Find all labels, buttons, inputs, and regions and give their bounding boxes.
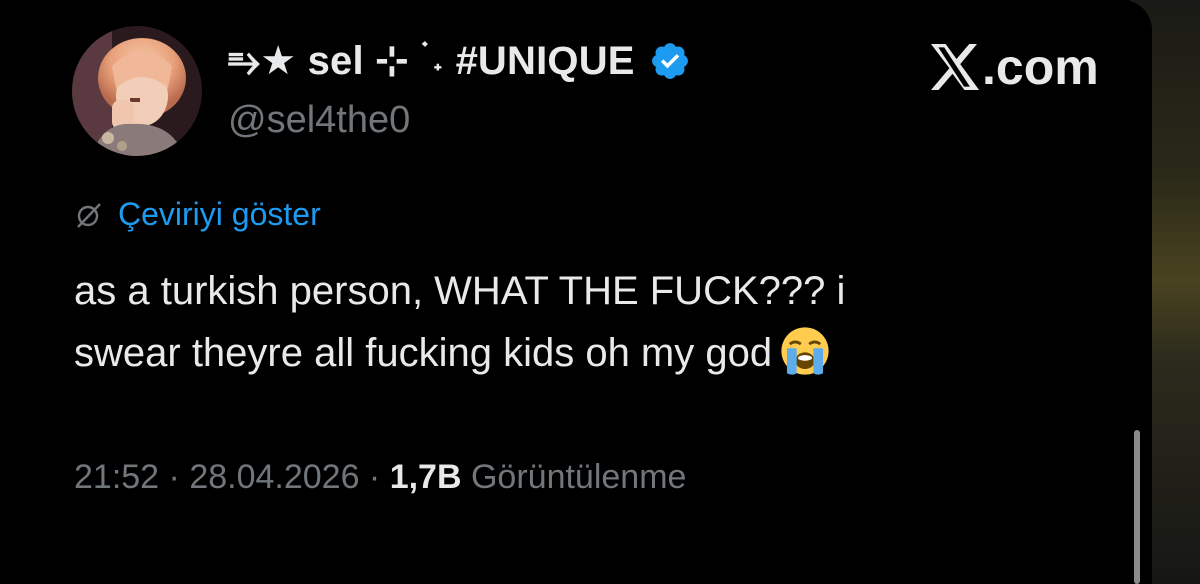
tweet-line-2-text: swear theyre all fucking kids oh my god: [74, 331, 773, 375]
tweet-card: ⥱★ sel ⊹ ࣪ ˖ #UNIQUE @sel4the0 .com Çevi…: [0, 0, 1152, 584]
translate-globe-icon: [77, 202, 101, 228]
avatar-photo: [72, 26, 202, 156]
views-label: Görüntülenme: [461, 458, 687, 496]
tweet-meta: 21:52 · 28.04.2026 · 1,7B Görüntülenme: [74, 458, 686, 497]
meta-separator: ·: [359, 458, 390, 496]
x-com-text: .com: [982, 39, 1099, 95]
tweet-date[interactable]: 28.04.2026: [189, 458, 359, 496]
show-translation-label: Çeviriyi göster: [118, 196, 321, 232]
author-handle[interactable]: @sel4the0: [228, 99, 410, 142]
loudly-crying-face-icon: [781, 327, 829, 375]
x-logo-icon: [931, 44, 980, 90]
meta-separator: ·: [159, 458, 190, 496]
tweet-line-1: as a turkish person, WHAT THE FUCK??? i: [74, 269, 846, 313]
tweet-time[interactable]: 21:52: [74, 458, 159, 496]
author-display-name[interactable]: ⥱★ sel ⊹ ࣪ ˖ #UNIQUE: [228, 38, 691, 84]
x-com-watermark: .com: [928, 38, 1099, 96]
avatar[interactable]: [72, 26, 202, 156]
tweet-text: as a turkish person, WHAT THE FUCK??? i …: [74, 260, 1074, 384]
scrollbar[interactable]: [1134, 430, 1140, 584]
views-count: 1,7B: [389, 458, 462, 496]
display-name-text: ⥱★ sel ⊹ ࣪ ˖ #UNIQUE: [228, 39, 635, 83]
verified-badge-icon: [651, 43, 688, 79]
tweet-line-2: swear theyre all fucking kids oh my god: [74, 322, 1074, 384]
show-translation-link[interactable]: Çeviriyi göster: [74, 196, 321, 233]
